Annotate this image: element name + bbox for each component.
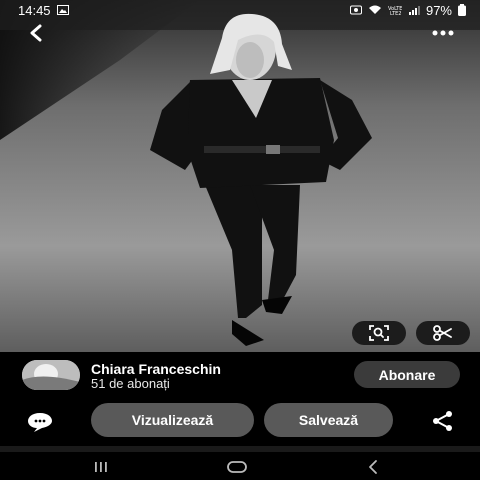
more-dots-icon <box>432 30 454 36</box>
creator-row: Chiara Franceschin 51 de abonați Abonare <box>0 352 480 398</box>
back-icon <box>369 460 377 474</box>
follower-count: 51 de abonați <box>91 376 170 391</box>
recent-apps-icon <box>95 462 107 472</box>
gallery-icon <box>56 5 69 15</box>
wifi-icon <box>368 5 381 14</box>
battery-icon <box>458 4 466 16</box>
cut-out-button[interactable] <box>416 321 470 345</box>
status-bar: 14:45 VoLTE LTE2 97% <box>0 0 480 20</box>
screen-record-icon <box>349 5 362 15</box>
signal-icon <box>408 6 420 15</box>
clock: 14:45 <box>18 2 51 18</box>
top-bar <box>0 20 480 46</box>
battery-percent: 97% <box>425 2 452 18</box>
home-icon <box>227 461 247 473</box>
avatar-image <box>22 360 80 390</box>
save-button[interactable]: Salvează <box>264 403 393 437</box>
more-options-button[interactable] <box>428 24 458 42</box>
system-nav-bar <box>0 452 480 480</box>
runway-photo <box>0 0 480 352</box>
svg-text:LTE2: LTE2 <box>390 11 402 15</box>
system-back-button[interactable] <box>358 458 388 476</box>
volte-icon: VoLTE LTE2 <box>388 6 402 15</box>
share-button[interactable] <box>430 410 456 432</box>
comment-button[interactable] <box>26 411 54 433</box>
home-button[interactable] <box>222 458 252 476</box>
scissors-icon <box>433 325 452 341</box>
chevron-left-icon <box>30 24 42 42</box>
visual-search-button[interactable] <box>352 321 406 345</box>
creator-name[interactable]: Chiara Franceschin <box>91 361 221 377</box>
back-button[interactable] <box>24 22 50 44</box>
avatar[interactable] <box>22 360 80 390</box>
visual-search-icon <box>369 325 389 341</box>
share-icon <box>433 411 452 431</box>
pin-image[interactable] <box>0 0 480 352</box>
comment-icon <box>28 413 52 432</box>
view-button[interactable]: Vizualizează <box>91 403 254 437</box>
recent-apps-button[interactable] <box>86 458 116 476</box>
action-row: Vizualizează Salvează <box>0 398 480 446</box>
follow-button[interactable]: Abonare <box>354 361 460 388</box>
